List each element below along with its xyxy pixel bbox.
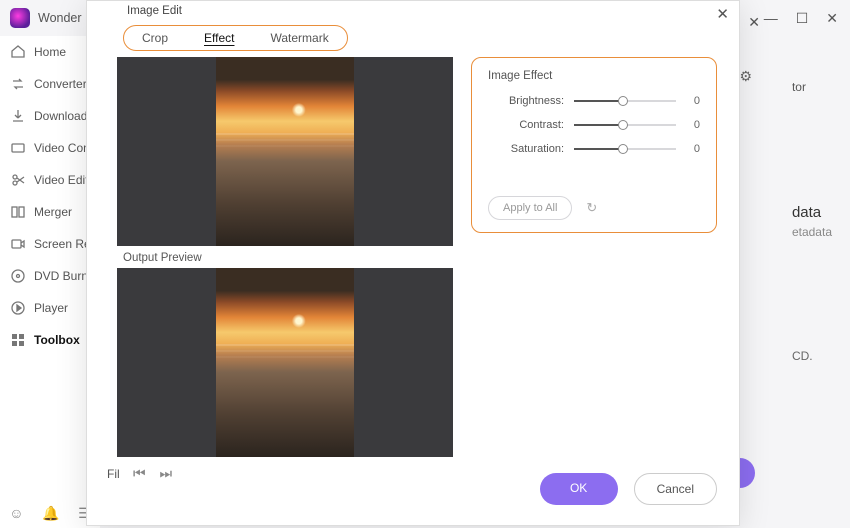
sidebar-item-dvd-burner[interactable]: DVD Burner xyxy=(0,260,100,292)
edit-tabbar: Crop Effect Watermark xyxy=(123,25,348,51)
bg-cd-text: CD. xyxy=(792,349,832,363)
saturation-slider[interactable] xyxy=(574,142,676,156)
tab-effect[interactable]: Effect xyxy=(186,26,252,50)
apply-to-all-button[interactable]: Apply to All xyxy=(488,196,572,220)
sidebar-item-toolbox[interactable]: Toolbox xyxy=(0,324,100,356)
next-frame-icon[interactable]: ⏭ xyxy=(160,465,173,481)
ok-button[interactable]: OK xyxy=(540,473,618,505)
compress-icon xyxy=(10,140,26,156)
sidebar-item-label: Download xyxy=(34,109,87,123)
preview-column: Output Preview ⏮ ⏭ xyxy=(117,57,453,490)
merge-icon xyxy=(10,204,26,220)
sidebar-item-screen-recorder[interactable]: Screen Recorder xyxy=(0,228,100,260)
brightness-slider[interactable] xyxy=(574,94,676,108)
download-icon xyxy=(10,108,26,124)
original-preview xyxy=(117,57,453,246)
effect-heading: Image Effect xyxy=(488,70,700,82)
sidebar-item-label: Player xyxy=(34,301,68,315)
scissors-icon xyxy=(10,172,26,188)
sidebar-item-merger[interactable]: Merger xyxy=(0,196,100,228)
saturation-row: Saturation: 0 xyxy=(488,142,700,156)
sidebar-item-home[interactable]: Home xyxy=(0,36,100,68)
play-icon xyxy=(10,300,26,316)
modal-footer: OK Cancel xyxy=(540,473,717,505)
modal-close-icon[interactable]: ✕ xyxy=(716,5,729,23)
brightness-value: 0 xyxy=(686,95,700,107)
output-preview xyxy=(117,268,453,457)
file-label-fragment: Fil xyxy=(107,467,120,481)
brightness-label: Brightness: xyxy=(488,95,564,107)
modal-title: Image Edit xyxy=(87,1,739,21)
window-maximize[interactable]: ☐ xyxy=(790,6,815,31)
window-controls: — ☐ ✕ xyxy=(758,6,844,31)
disc-icon xyxy=(10,268,26,284)
background-panel: tor data etadata CD. xyxy=(792,80,832,363)
bell-icon[interactable]: 🔔 xyxy=(42,505,59,522)
preview-nav: ⏮ ⏭ xyxy=(117,457,453,490)
user-icon[interactable]: ☺ xyxy=(9,505,23,522)
window-close[interactable]: ✕ xyxy=(820,6,844,31)
sidebar: Home Converter Download Video Compressor… xyxy=(0,36,100,528)
contrast-row: Contrast: 0 xyxy=(488,118,700,132)
home-icon xyxy=(10,44,26,60)
sidebar-item-video-editor[interactable]: Video Editor xyxy=(0,164,100,196)
contrast-slider[interactable] xyxy=(574,118,676,132)
record-icon xyxy=(10,236,26,252)
sidebar-item-label: Merger xyxy=(34,205,72,219)
cancel-button[interactable]: Cancel xyxy=(634,473,717,505)
tab-crop[interactable]: Crop xyxy=(124,26,186,50)
grid-icon xyxy=(10,332,26,348)
contrast-value: 0 xyxy=(686,119,700,131)
bg-metadata-sub: etadata xyxy=(792,225,832,239)
brightness-row: Brightness: 0 xyxy=(488,94,700,108)
sidebar-item-video-compressor[interactable]: Video Compressor xyxy=(0,132,100,164)
convert-icon xyxy=(10,76,26,92)
sidebar-item-label: Converter xyxy=(34,77,87,91)
saturation-value: 0 xyxy=(686,143,700,155)
sidebar-item-download[interactable]: Download xyxy=(0,100,100,132)
app-logo xyxy=(10,8,30,28)
tab-watermark[interactable]: Watermark xyxy=(252,26,346,50)
output-preview-label: Output Preview xyxy=(117,246,453,268)
sidebar-item-label: Home xyxy=(34,45,66,59)
preview-image xyxy=(216,57,354,246)
sidebar-footer: ☺ 🔔 ☰ xyxy=(0,505,100,522)
image-edit-modal: Image Edit ✕ Crop Effect Watermark Outpu… xyxy=(86,0,740,526)
image-effect-panel: Image Effect Brightness: 0 Contrast: 0 xyxy=(471,57,717,233)
reset-icon[interactable]: ↻ xyxy=(586,200,597,216)
window-minimize[interactable]: — xyxy=(758,6,784,30)
sidebar-item-converter[interactable]: Converter xyxy=(0,68,100,100)
sidebar-item-label: Toolbox xyxy=(34,333,80,347)
gear-icon[interactable]: ⚙ xyxy=(739,68,752,85)
panel-close-icon[interactable]: ✕ xyxy=(748,14,760,31)
app-title: Wonder xyxy=(38,11,82,25)
prev-frame-icon[interactable]: ⏮ xyxy=(133,465,146,481)
sidebar-item-player[interactable]: Player xyxy=(0,292,100,324)
output-image xyxy=(216,268,354,457)
bg-text-tor: tor xyxy=(792,80,832,94)
bg-metadata-title: data xyxy=(792,204,832,221)
contrast-label: Contrast: xyxy=(488,119,564,131)
saturation-label: Saturation: xyxy=(488,143,564,155)
